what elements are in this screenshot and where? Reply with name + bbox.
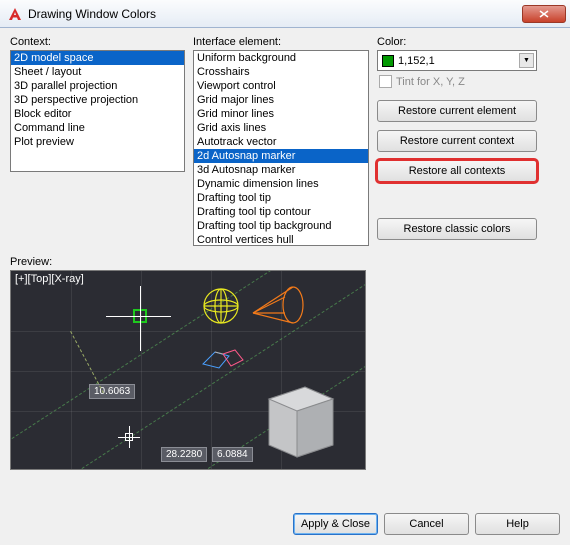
titlebar: Drawing Window Colors: [0, 0, 570, 28]
coord-tooltip-1: 10.6063: [89, 384, 135, 399]
context-item[interactable]: 3D perspective projection: [11, 93, 184, 107]
color-label: Color:: [377, 36, 537, 48]
help-button[interactable]: Help: [475, 513, 560, 535]
dropdown-arrow-icon: ▼: [519, 53, 534, 68]
interface-listbox[interactable]: Uniform backgroundCrosshairsViewport con…: [193, 50, 369, 246]
cancel-button[interactable]: Cancel: [384, 513, 469, 535]
preview-label: Preview:: [10, 256, 560, 268]
context-item[interactable]: Block editor: [11, 107, 184, 121]
context-listbox[interactable]: 2D model spaceSheet / layout3D parallel …: [10, 50, 185, 172]
context-item[interactable]: 3D parallel projection: [11, 79, 184, 93]
interface-item[interactable]: Crosshairs: [194, 65, 368, 79]
sphere-wireframe-icon: [201, 286, 241, 326]
view-mode-label: [+][Top][X-ray]: [15, 273, 84, 285]
interface-item[interactable]: Viewport control: [194, 79, 368, 93]
color-value-text: 1,152,1: [398, 55, 435, 67]
interface-item[interactable]: Drafting tool tip: [194, 191, 368, 205]
small-wireframe-icon: [201, 346, 249, 376]
close-button[interactable]: [522, 5, 566, 23]
context-item[interactable]: Sheet / layout: [11, 65, 184, 79]
restore-all-contexts-button[interactable]: Restore all contexts: [377, 160, 537, 182]
coord-tooltip-2a: 28.2280: [161, 447, 207, 462]
interface-item[interactable]: 3d Autosnap marker: [194, 163, 368, 177]
interface-item[interactable]: Control vertices hull: [194, 233, 368, 246]
restore-classic-button[interactable]: Restore classic colors: [377, 218, 537, 240]
apply-close-button[interactable]: Apply & Close: [293, 513, 378, 535]
tint-label: Tint for X, Y, Z: [396, 76, 465, 88]
cube-shape-icon: [261, 373, 341, 459]
interface-item[interactable]: Drafting tool tip contour: [194, 205, 368, 219]
interface-item[interactable]: Dynamic dimension lines: [194, 177, 368, 191]
interface-item[interactable]: Grid major lines: [194, 93, 368, 107]
interface-item[interactable]: Grid axis lines: [194, 121, 368, 135]
app-icon: [6, 5, 24, 23]
interface-item[interactable]: Drafting tool tip background: [194, 219, 368, 233]
context-item[interactable]: Plot preview: [11, 135, 184, 149]
dialog-footer: Apply & Close Cancel Help: [293, 513, 560, 535]
interface-item[interactable]: 2d Autosnap marker: [194, 149, 368, 163]
coord-tooltip-2b: 6.0884: [212, 447, 253, 462]
cone-wireframe-icon: [251, 283, 305, 329]
context-item[interactable]: Command line: [11, 121, 184, 135]
preview-viewport: [+][Top][X-ray]: [10, 270, 366, 470]
context-label: Context:: [10, 36, 185, 48]
interface-item[interactable]: Uniform background: [194, 51, 368, 65]
window-title: Drawing Window Colors: [28, 7, 522, 21]
restore-element-button[interactable]: Restore current element: [377, 100, 537, 122]
cursor-pickbox-icon: [125, 433, 133, 441]
restore-context-button[interactable]: Restore current context: [377, 130, 537, 152]
context-item[interactable]: 2D model space: [11, 51, 184, 65]
interface-item[interactable]: Autotrack vector: [194, 135, 368, 149]
interface-label: Interface element:: [193, 36, 369, 48]
color-swatch: [382, 55, 394, 67]
tint-checkbox[interactable]: [379, 75, 392, 88]
color-dropdown[interactable]: 1,152,1 ▼: [377, 50, 537, 71]
interface-item[interactable]: Grid minor lines: [194, 107, 368, 121]
